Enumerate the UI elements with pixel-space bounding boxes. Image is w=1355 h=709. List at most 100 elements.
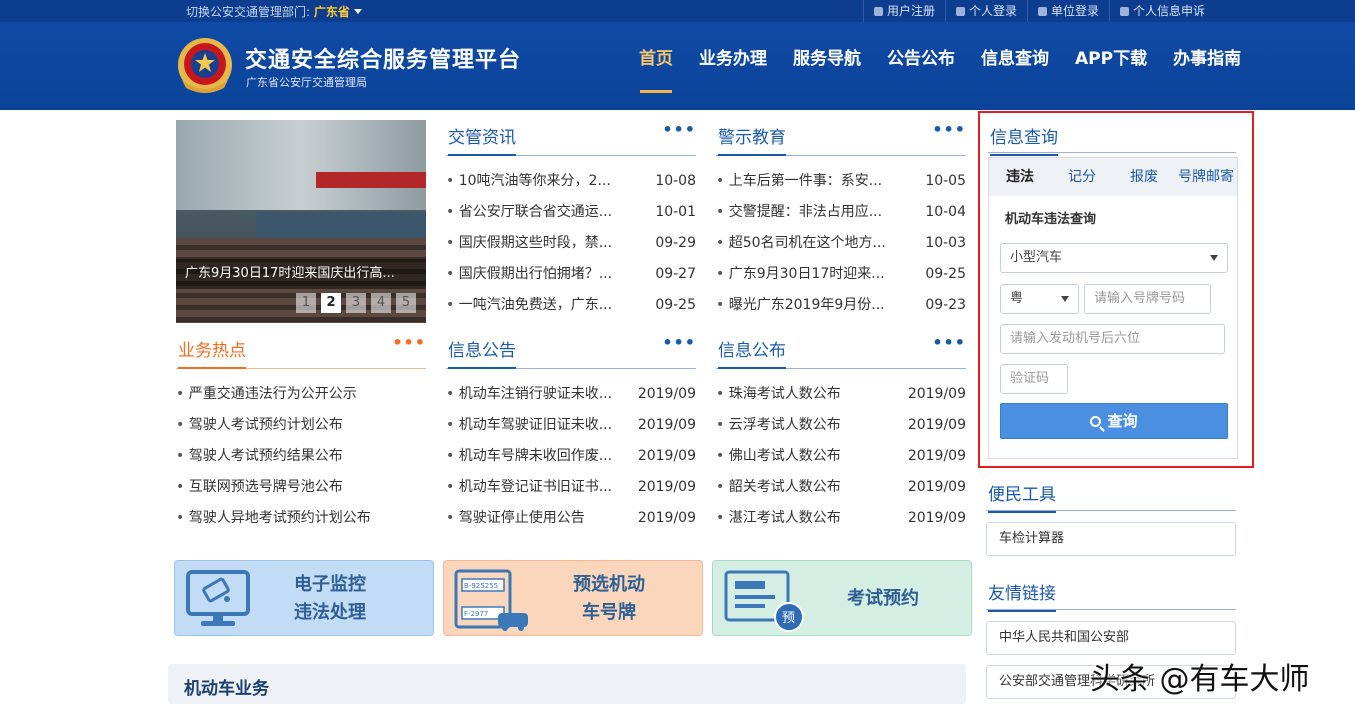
car-inspection-calculator-link[interactable]: 车检计算器 — [986, 522, 1236, 556]
query-submit-button[interactable]: 查询 — [1000, 403, 1228, 439]
list-item[interactable]: 机动车注销行驶证未收...2019/09 — [446, 379, 696, 410]
tab-points[interactable]: 记分 — [1051, 158, 1113, 196]
list-item[interactable]: 机动车驾驶证旧证未收...2019/09 — [446, 410, 696, 441]
captcha-input[interactable]: 验证码 — [1000, 364, 1068, 394]
top-bar: 切换公安交通管理部门: 广东省 用户注册 个人登录 单位登录 个人信息申诉 — [0, 0, 1355, 22]
list-item[interactable]: 严重交通违法行为公开公示 — [176, 379, 426, 410]
search-icon — [1090, 416, 1102, 427]
license-plate-icon: B-925255 F-2977 — [454, 569, 528, 631]
personal-login-link[interactable]: 个人登录 — [944, 0, 1027, 22]
list-item[interactable]: 韶关考试人数公布2019/09 — [716, 472, 966, 503]
e-monitor-tile-label: 电子监控 违法处理 — [294, 574, 366, 623]
list-item[interactable]: 机动车登记证书旧证书...2019/09 — [446, 472, 696, 503]
list-item[interactable]: 超50名司机在这个地方...10-03 — [716, 228, 966, 259]
slider-page-2[interactable]: 2 — [321, 293, 341, 313]
list-item[interactable]: 曝光广东2019年9月份...09-23 — [716, 290, 966, 321]
slide-photo-stage — [256, 212, 426, 238]
hot-section-header: 业务热点 ••• — [176, 333, 426, 369]
notice-more-button[interactable]: ••• — [662, 333, 696, 352]
motor-vehicle-section-title: 机动车业务 — [184, 679, 269, 699]
tools-section-title: 便民工具 — [988, 480, 1056, 513]
svg-text:F-2977: F-2977 — [464, 610, 488, 618]
exam-booking-tile[interactable]: 预 考试预约 — [712, 560, 972, 636]
tab-plate-mail[interactable]: 号牌邮寄 — [1175, 158, 1237, 196]
list-item[interactable]: 一吨汽油免费送，广东...09-25 — [446, 290, 696, 321]
links-section-title: 友情链接 — [988, 579, 1056, 612]
list-item[interactable]: 国庆假期这些时段，禁...09-29 — [446, 228, 696, 259]
top-links: 用户注册 个人登录 单位登录 个人信息申诉 — [862, 0, 1215, 22]
user-icon — [1119, 7, 1129, 16]
user-register-link[interactable]: 用户注册 — [862, 0, 945, 22]
list-item[interactable]: 广东9月30日17时迎来...09-25 — [716, 259, 966, 290]
monitor-icon — [186, 570, 250, 626]
publish-more-button[interactable]: ••• — [932, 333, 966, 352]
tab-scrap[interactable]: 报废 — [1113, 158, 1175, 196]
exam-booking-tile-label: 考试预约 — [847, 588, 919, 609]
publish-section-header: 信息公布 ••• — [716, 333, 966, 369]
department-province[interactable]: 广东省 — [314, 5, 350, 19]
svg-text:预: 预 — [782, 611, 795, 626]
list-item[interactable]: 上车后第一件事：系安...10-05 — [716, 166, 966, 197]
info-query-panel: 信息查询 违法 记分 报废 号牌邮寄 机动车违法查询 小型汽车 粤 请输入号牌号… — [978, 111, 1254, 468]
list-item[interactable]: 10吨汽油等你来分，2...10-08 — [446, 166, 696, 197]
list-item[interactable]: 交警提醒：非法占用应...10-04 — [716, 197, 966, 228]
list-item[interactable]: 驾驶人考试预约结果公布 — [176, 441, 426, 472]
warning-section-title[interactable]: 警示教育 — [718, 123, 786, 156]
slider-page-5[interactable]: 5 — [396, 293, 416, 313]
hot-list: 严重交通违法行为公开公示 驾驶人考试预约计划公布 驾驶人考试预约结果公布 互联网… — [176, 379, 426, 534]
nav-guide[interactable]: 办事指南 — [1160, 22, 1254, 110]
list-item[interactable]: 驾驶证停止使用公告2019/09 — [446, 503, 696, 534]
hot-more-button[interactable]: ••• — [392, 333, 426, 352]
list-item[interactable]: 互联网预选号牌号池公布 — [176, 472, 426, 503]
tools-section-header: 便民工具 — [986, 477, 1236, 513]
motor-vehicle-section: 机动车业务 — [168, 664, 966, 704]
caret-down-icon — [1061, 296, 1069, 302]
info-appeal-link[interactable]: 个人信息申诉 — [1108, 0, 1215, 22]
nav-home[interactable]: 首页 — [626, 22, 686, 110]
slider-page-1[interactable]: 1 — [296, 293, 316, 313]
news-section-title[interactable]: 交管资讯 — [448, 123, 516, 156]
list-item[interactable]: 佛山考试人数公布2019/09 — [716, 441, 966, 472]
engine-number-input[interactable]: 请输入发动机号后六位 — [1000, 324, 1225, 354]
list-item[interactable]: 湛江考试人数公布2019/09 — [716, 503, 966, 534]
friend-link-mps[interactable]: 中华人民共和国公安部 — [986, 621, 1236, 655]
company-login-link[interactable]: 单位登录 — [1026, 0, 1109, 22]
list-item[interactable]: 省公安厅联合省交通运...10-01 — [446, 197, 696, 228]
tab-violation[interactable]: 违法 — [989, 158, 1051, 196]
nav-info-query[interactable]: 信息查询 — [968, 22, 1062, 110]
list-item[interactable]: 驾驶人异地考试预约计划公布 — [176, 503, 426, 534]
nav-announcements[interactable]: 公告公布 — [874, 22, 968, 110]
building-icon — [1037, 7, 1047, 16]
plate-number-input[interactable]: 请输入号牌号码 — [1084, 284, 1211, 314]
svg-text:B-925255: B-925255 — [464, 582, 498, 590]
exam-card-icon: 预 — [724, 570, 804, 632]
preselect-plate-tile[interactable]: B-925255 F-2977 预选机动 车号牌 — [443, 560, 703, 636]
slider-page-3[interactable]: 3 — [346, 293, 366, 313]
warning-more-button[interactable]: ••• — [932, 120, 966, 139]
list-item[interactable]: 机动车号牌未收回作废...2019/09 — [446, 441, 696, 472]
notice-section-title[interactable]: 信息公告 — [448, 336, 516, 369]
department-switcher[interactable]: 切换公安交通管理部门: 广东省 — [186, 3, 362, 20]
links-section-header: 友情链接 — [986, 576, 1236, 612]
publish-section-title[interactable]: 信息公布 — [718, 336, 786, 369]
query-tabs: 违法 记分 报废 号牌邮寄 — [989, 158, 1237, 196]
e-monitor-violation-tile[interactable]: 电子监控 违法处理 — [174, 560, 434, 636]
nav-app-download[interactable]: APP下载 — [1062, 22, 1160, 110]
site-title: 交通安全综合服务管理平台 — [245, 48, 522, 73]
news-list: 10吨汽油等你来分，2...10-08 省公安厅联合省交通运...10-01 国… — [446, 166, 696, 321]
province-prefix-select[interactable]: 粤 — [1000, 284, 1079, 314]
hot-section-title[interactable]: 业务热点 — [178, 336, 246, 369]
list-item[interactable]: 驾驶人考试预约计划公布 — [176, 410, 426, 441]
nav-business[interactable]: 业务办理 — [686, 22, 780, 110]
site-header: 交通安全综合服务管理平台 广东省公安厅交通管理局 首页 业务办理 服务导航 公告… — [0, 22, 1355, 110]
vehicle-type-select[interactable]: 小型汽车 — [1000, 243, 1228, 273]
slide-caption[interactable]: 广东9月30日17时迎来国庆出行高... — [176, 259, 426, 289]
slider-page-4[interactable]: 4 — [371, 293, 391, 313]
news-more-button[interactable]: ••• — [662, 120, 696, 139]
list-item[interactable]: 珠海考试人数公布2019/09 — [716, 379, 966, 410]
list-item[interactable]: 国庆假期出行怕拥堵？...09-27 — [446, 259, 696, 290]
news-section-header: 交管资讯 ••• — [446, 120, 696, 156]
list-item[interactable]: 云浮考试人数公布2019/09 — [716, 410, 966, 441]
nav-service-guide[interactable]: 服务导航 — [780, 22, 874, 110]
caret-down-icon[interactable] — [353, 9, 362, 14]
